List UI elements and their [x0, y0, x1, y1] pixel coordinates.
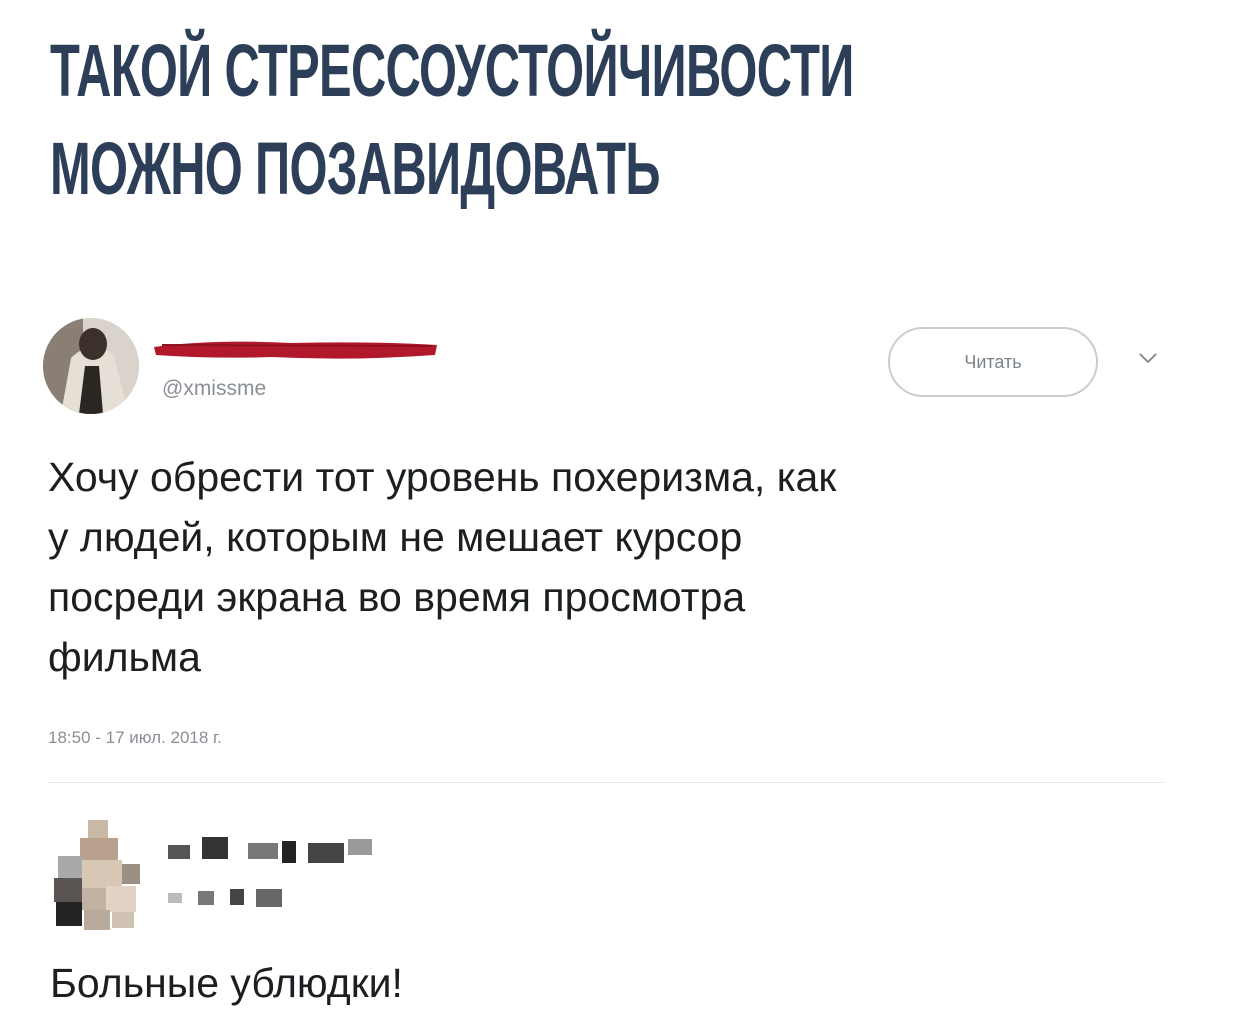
tweet-text-line: фильма — [48, 634, 201, 680]
follow-button-label: Читать — [964, 351, 1022, 372]
headline-line-2: МОЖНО ПОЗАВИДОВАТЬ — [50, 127, 661, 210]
headline-line-1: ТАКОЙ СТРЕССОУСТОЙЧИВОСТИ — [50, 29, 854, 112]
follow-button[interactable]: Читать — [888, 327, 1098, 397]
tweet-text: Хочу обрести тот уровень похеризма, как … — [48, 447, 1178, 687]
tweet-text-line: у людей, которым не мешает курсор — [48, 514, 743, 560]
reply-name-pixelated — [168, 837, 372, 863]
meme-headline: ТАКОЙ СТРЕССОУСТОЙЧИВОСТИ МОЖНО ПОЗАВИДО… — [50, 22, 854, 218]
reply-text: Больные ублюдки! — [50, 960, 403, 1006]
avatar[interactable] — [43, 318, 139, 414]
tweet-handle[interactable]: @xmissme — [162, 377, 266, 401]
tweet-timestamp[interactable]: 18:50 - 17 июл. 2018 г. — [48, 728, 222, 748]
divider — [48, 782, 1163, 783]
avatar-photo — [43, 318, 139, 414]
reply-avatar-pixelated[interactable] — [50, 820, 150, 930]
redacted-display-name — [154, 341, 437, 359]
reply-handle-pixelated — [168, 889, 282, 907]
tweet-text-line: Хочу обрести тот уровень похеризма, как — [48, 454, 837, 500]
chevron-down-icon[interactable] — [1138, 351, 1158, 365]
tweet-text-line: посреди экрана во время просмотра — [48, 574, 746, 620]
